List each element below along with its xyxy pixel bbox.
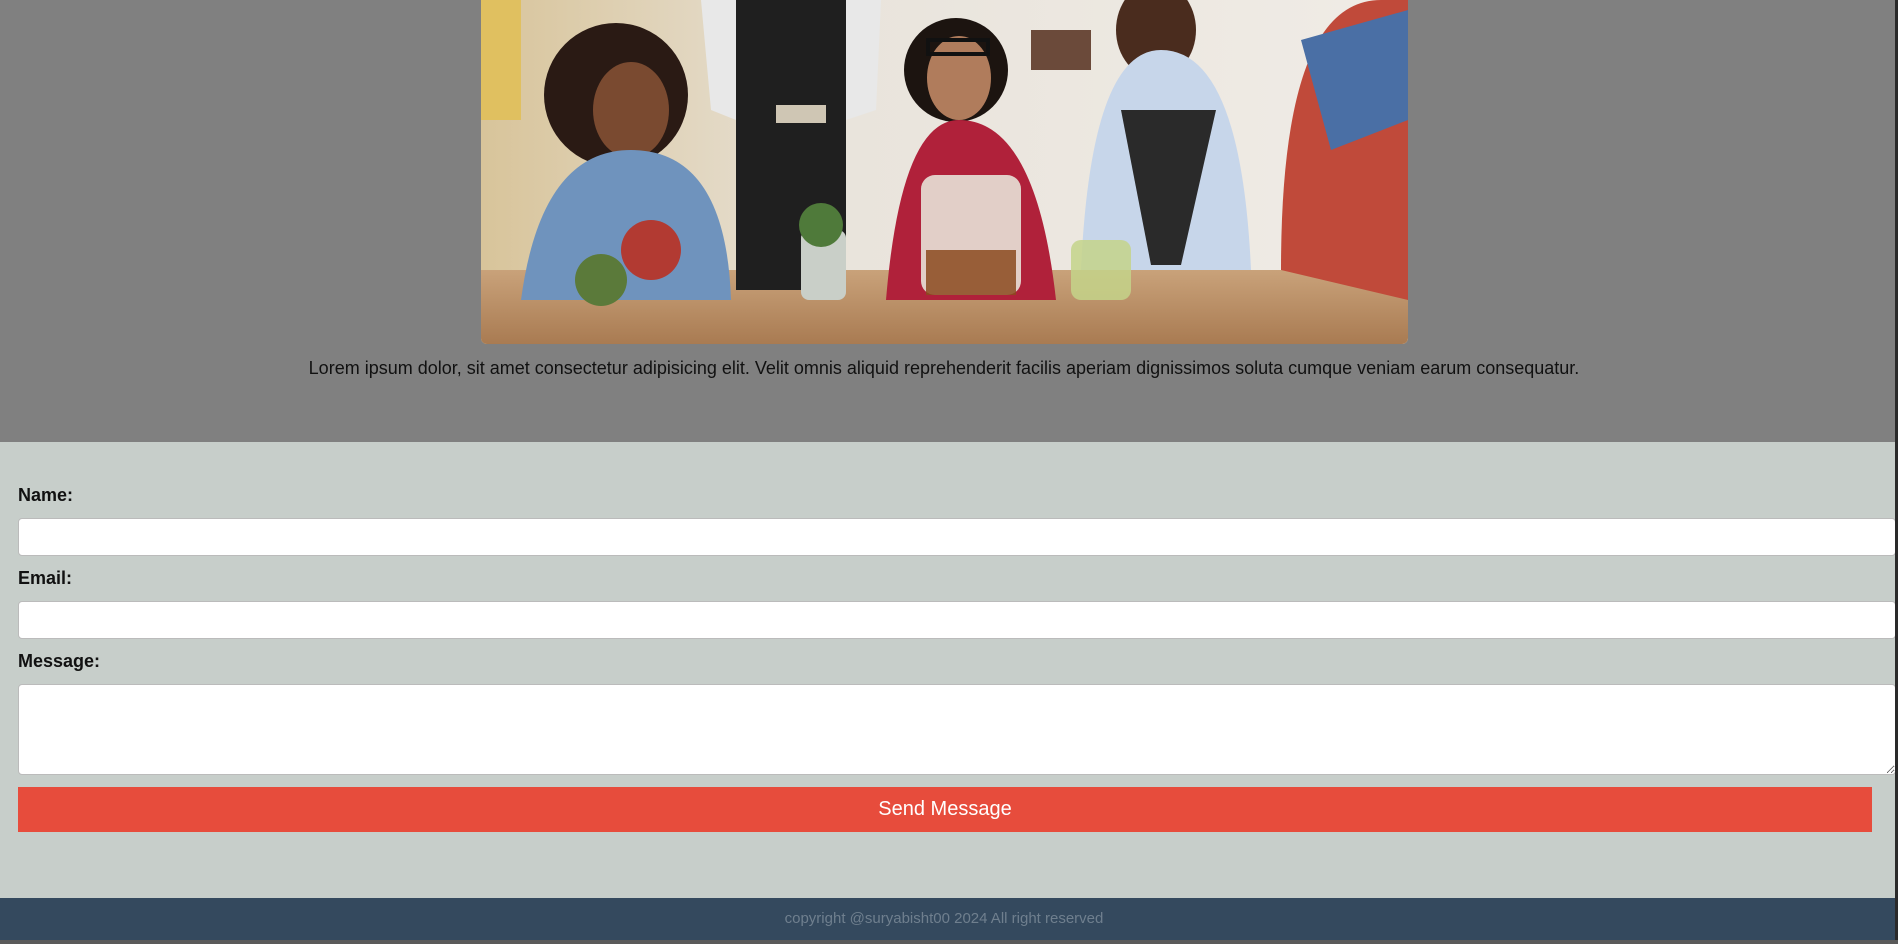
hero-image [481, 0, 1408, 344]
footer: copyright @suryabisht00 2024 All right r… [0, 898, 1898, 940]
copyright-text: copyright @suryabisht00 2024 All right r… [784, 910, 1104, 927]
message-label: Message: [18, 651, 101, 671]
email-label: Email: [18, 568, 73, 588]
name-label: Name: [18, 485, 74, 505]
hero-description: Lorem ipsum dolor, sit amet consectetur … [308, 358, 1580, 378]
send-message-button[interactable]: Send Message [18, 787, 1872, 832]
hero-section: Lorem ipsum dolor, sit amet consectetur … [0, 0, 1898, 442]
message-textarea[interactable] [18, 684, 1896, 775]
name-input[interactable] [18, 518, 1896, 556]
window-bottom-edge [0, 940, 1898, 944]
email-input[interactable] [18, 601, 1896, 639]
